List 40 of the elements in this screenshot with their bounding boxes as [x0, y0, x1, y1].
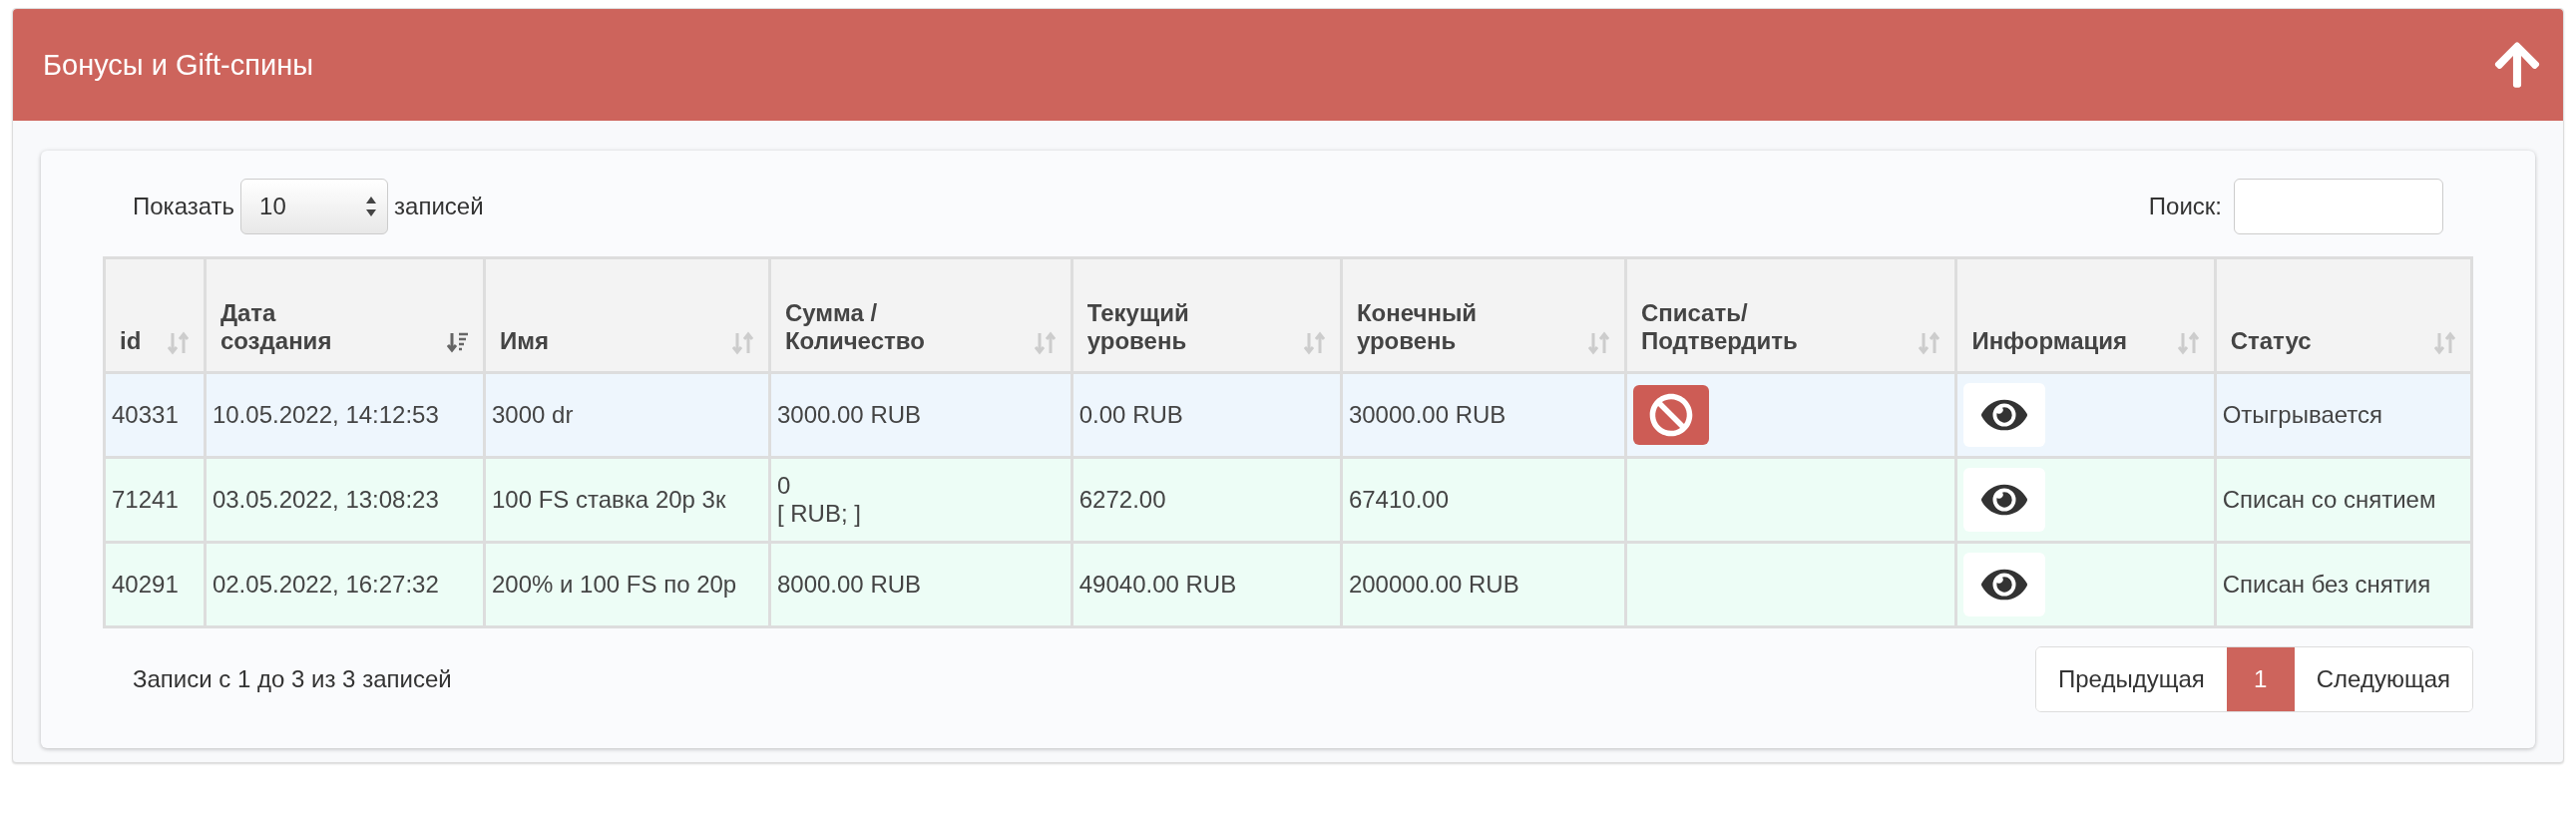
column-label: Списать/ Подтвердить — [1640, 299, 1799, 355]
table-info: Записи с 1 до 3 из 3 записей — [133, 665, 452, 693]
table-cell: 49040.00 RUB — [1072, 542, 1342, 627]
page-button[interactable]: 1 — [2226, 647, 2295, 711]
view-button[interactable] — [1963, 383, 2046, 447]
table-cell: 8000.00 RUB — [769, 542, 1073, 627]
search-label: Поиск: — [2148, 193, 2222, 220]
column-header[interactable]: Информация — [1955, 257, 2216, 373]
column-label: Сумма / Количество — [784, 299, 926, 355]
table-cell: 02.05.2022, 16:27:32 — [205, 542, 485, 627]
length-label: записей — [394, 193, 484, 220]
view-button[interactable] — [1963, 553, 2046, 616]
column-header[interactable]: Списать/ Подтвердить — [1625, 257, 1956, 373]
ban-icon — [1648, 393, 1693, 437]
table-cell: Списан без снятия — [2215, 542, 2472, 627]
length-label: Показать — [133, 193, 235, 220]
table-cell: 200000.00 RUB — [1341, 542, 1626, 627]
sort-icon[interactable] — [446, 331, 469, 355]
table-cell: 40291 — [104, 542, 206, 627]
column-header[interactable]: Текущий уровень — [1072, 257, 1342, 373]
column-header[interactable]: id — [104, 257, 206, 373]
column-label: id — [120, 327, 142, 355]
search-field[interactable] — [2234, 179, 2443, 234]
cancel-button[interactable] — [1632, 385, 1709, 445]
column-header[interactable]: Конечный уровень — [1341, 257, 1626, 373]
table-cell: 200% и 100 FS по 20р — [484, 542, 770, 627]
view-button[interactable] — [1963, 468, 2046, 532]
column-header[interactable]: Статус — [2215, 257, 2472, 373]
updown-arrows-icon — [365, 196, 378, 217]
column-header[interactable]: Дата создания — [205, 257, 485, 373]
column-label: Информация — [1971, 327, 2128, 355]
length-select[interactable]: 10 — [240, 179, 389, 234]
panel-title: Бонусы и Gift-спины — [43, 48, 314, 82]
column-header[interactable]: Имя — [484, 257, 770, 373]
column-label: Статус — [2230, 327, 2312, 355]
column-label: Дата создания — [219, 299, 333, 355]
column-label: Текущий уровень — [1086, 299, 1190, 355]
column-header[interactable]: Сумма / Количество — [769, 257, 1073, 373]
column-label: Конечный уровень — [1356, 299, 1479, 355]
column-label: Имя — [499, 327, 549, 355]
